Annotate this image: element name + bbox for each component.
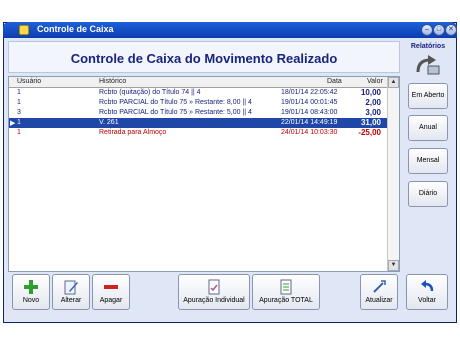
cell-data: 24/01/14 10:03:30 bbox=[281, 129, 338, 136]
atualizar-button[interactable]: Atualizar bbox=[360, 274, 398, 310]
page-header: Controle de Caixa do Movimento Realizado bbox=[8, 41, 400, 73]
plus-icon bbox=[24, 280, 38, 294]
table-row-selected[interactable]: ▶ 1 V. 261 22/01/14 14:49:19 31,00 bbox=[9, 118, 389, 128]
novo-button[interactable]: Novo bbox=[12, 274, 50, 310]
col-data-header[interactable]: Data bbox=[327, 78, 342, 85]
cell-historico: Rcbto PARCIAL do Título 75 » Restante: 8… bbox=[99, 99, 252, 106]
cell-valor: 2,00 bbox=[365, 98, 381, 107]
mensal-button[interactable]: Mensal bbox=[408, 148, 448, 174]
row-pointer-icon: ▶ bbox=[10, 120, 16, 127]
apagar-button[interactable]: Apagar bbox=[92, 274, 130, 310]
vertical-scrollbar[interactable]: ▲ ▼ bbox=[387, 77, 399, 271]
cell-valor: 3,00 bbox=[365, 108, 381, 117]
edit-icon bbox=[64, 280, 78, 295]
apuracao-individual-button[interactable]: Apuração Individual bbox=[178, 274, 250, 310]
voltar-button[interactable]: Voltar bbox=[406, 274, 448, 310]
apuracao-individual-label: Apuração Individual bbox=[183, 297, 245, 304]
cell-usuario: 3 bbox=[17, 109, 21, 116]
cell-data: 19/01/14 00:01:45 bbox=[281, 99, 338, 106]
alterar-label: Alterar bbox=[60, 297, 82, 304]
close-button[interactable]: ✕ bbox=[445, 24, 457, 36]
scroll-up-icon[interactable]: ▲ bbox=[388, 77, 399, 88]
cell-usuario: 1 bbox=[17, 129, 21, 136]
minimize-button[interactable]: – bbox=[421, 24, 433, 36]
cell-data: 18/01/14 22:05:42 bbox=[281, 89, 338, 96]
table-row[interactable]: 1 Rcbto (quitação) do Título 74 || 4 18/… bbox=[9, 88, 389, 98]
movement-grid[interactable]: Usuário Histórico Data Valor 1 Rcbto (qu… bbox=[8, 76, 400, 272]
em-aberto-button[interactable]: Em Aberto bbox=[408, 83, 448, 109]
back-arrow-icon bbox=[421, 280, 434, 292]
atualizar-label: Atualizar bbox=[365, 297, 393, 304]
document-check-icon bbox=[208, 279, 220, 295]
cell-historico: Retirada para Almoço bbox=[99, 129, 167, 136]
table-row[interactable]: 3 Rcbto PARCIAL do Título 75 » Restante:… bbox=[9, 108, 389, 118]
bottom-toolbar: Novo Alterar Apagar Apuração Individual … bbox=[8, 274, 454, 312]
maximize-button[interactable]: □ bbox=[433, 24, 445, 36]
col-usuario-header[interactable]: Usuário bbox=[17, 78, 41, 85]
cell-data: 22/01/14 14:49:19 bbox=[281, 119, 338, 126]
apagar-label: Apagar bbox=[99, 297, 123, 304]
apuracao-total-button[interactable]: Apuração TOTAL bbox=[252, 274, 320, 310]
printer-icon bbox=[416, 55, 440, 75]
col-valor-header[interactable]: Valor bbox=[367, 78, 383, 85]
voltar-label: Voltar bbox=[418, 297, 436, 304]
cell-historico: Rcbto PARCIAL do Título 75 » Restante: 5… bbox=[99, 109, 252, 116]
app-icon bbox=[19, 25, 29, 35]
table-row[interactable]: 1 Retirada para Almoço 24/01/14 10:03:30… bbox=[9, 128, 389, 138]
page-title: Controle de Caixa do Movimento Realizado bbox=[70, 51, 338, 66]
cell-historico: V. 261 bbox=[99, 119, 119, 126]
novo-label: Novo bbox=[22, 297, 40, 304]
cell-data: 19/01/14 08:43:00 bbox=[281, 109, 338, 116]
diario-button[interactable]: Diário bbox=[408, 181, 448, 207]
table-row[interactable]: 1 Rcbto PARCIAL do Título 75 » Restante:… bbox=[9, 98, 389, 108]
reports-label: Relatórios bbox=[410, 43, 446, 50]
scroll-down-icon[interactable]: ▼ bbox=[388, 260, 399, 271]
cell-historico: Rcbto (quitação) do Título 74 || 4 bbox=[99, 89, 201, 96]
grid-header: Usuário Histórico Data Valor bbox=[9, 77, 389, 88]
cell-usuario: 1 bbox=[17, 119, 21, 126]
window-title: Controle de Caixa bbox=[37, 24, 114, 34]
cell-usuario: 1 bbox=[17, 99, 21, 106]
checklist-icon bbox=[280, 279, 292, 295]
title-bar: Controle de Caixa – □ ✕ bbox=[3, 22, 457, 38]
refresh-icon bbox=[373, 280, 386, 293]
cell-usuario: 1 bbox=[17, 89, 21, 96]
alterar-button[interactable]: Alterar bbox=[52, 274, 90, 310]
cell-valor: 31,00 bbox=[360, 118, 381, 127]
anual-button[interactable]: Anual bbox=[408, 115, 448, 141]
col-historico-header[interactable]: Histórico bbox=[99, 78, 126, 85]
cell-valor: 10,00 bbox=[360, 88, 381, 97]
apuracao-total-label: Apuração TOTAL bbox=[259, 297, 313, 304]
minus-icon bbox=[104, 285, 118, 289]
cell-valor: -25,00 bbox=[358, 128, 381, 137]
